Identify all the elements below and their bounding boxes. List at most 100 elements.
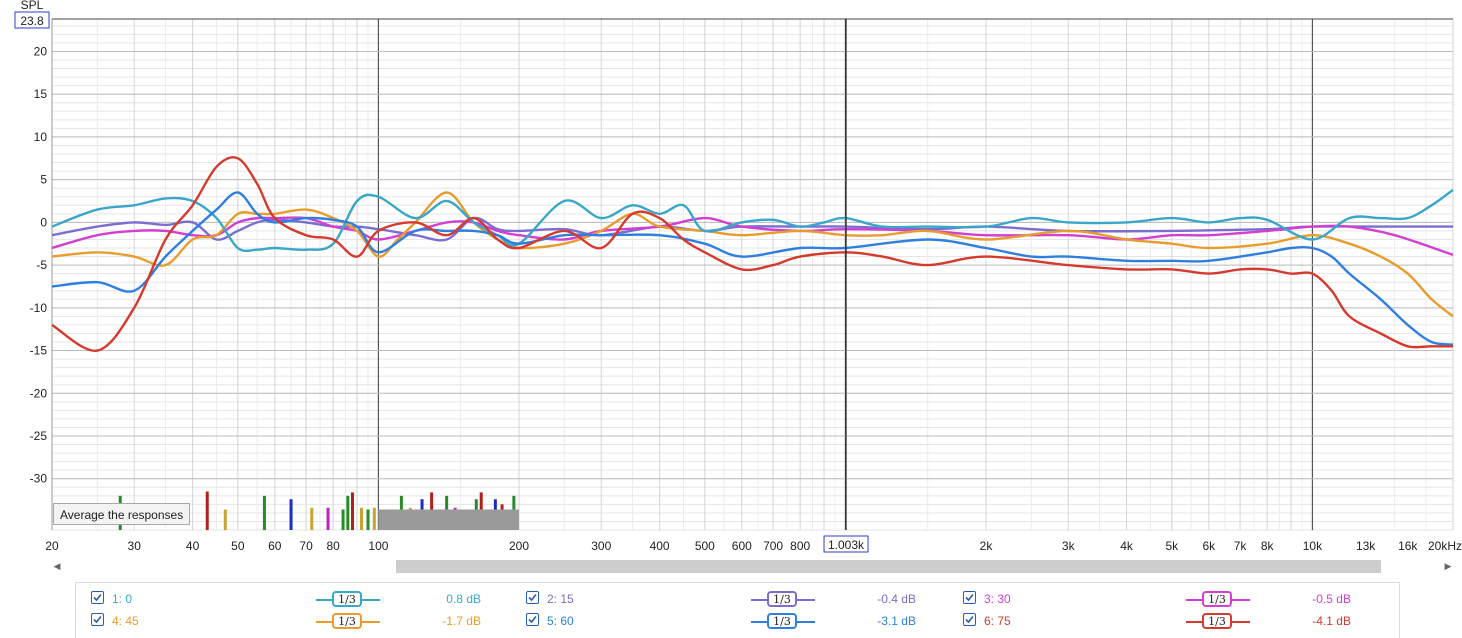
series-visibility-checkbox[interactable] bbox=[963, 591, 976, 604]
legend-item: 5: 60 1/3 -3.1 dB bbox=[526, 611, 916, 631]
x-tick-label: 10k bbox=[1303, 539, 1323, 553]
series-average-level: 0.8 dB bbox=[446, 592, 481, 606]
y-axis-label: SPL bbox=[21, 0, 44, 12]
series-average-level: -0.5 dB bbox=[1312, 592, 1351, 606]
y-tick-label: -30 bbox=[30, 472, 48, 486]
y-tick-label: 15 bbox=[34, 87, 48, 101]
x-tick-label: 30 bbox=[128, 539, 142, 553]
x-tick-label: 70 bbox=[299, 539, 313, 553]
y-readout-value: 23.8 bbox=[20, 14, 44, 28]
checkmark-icon bbox=[93, 615, 102, 624]
y-tick-label: 5 bbox=[40, 173, 47, 187]
scroll-thumb[interactable] bbox=[396, 560, 1381, 573]
peak-bar bbox=[372, 507, 376, 530]
scroll-right-arrow-icon[interactable]: ▶ bbox=[1441, 557, 1455, 575]
checkmark-icon bbox=[965, 593, 974, 602]
x-tick-label: 5k bbox=[1165, 539, 1179, 553]
peak-bar bbox=[360, 507, 364, 530]
series-visibility-checkbox[interactable] bbox=[526, 591, 539, 604]
y-tick-label: -15 bbox=[30, 344, 48, 358]
series-visibility-checkbox[interactable] bbox=[526, 613, 539, 626]
peak-bar bbox=[326, 507, 330, 530]
peak-bar bbox=[262, 495, 266, 530]
legend-panel: 1: 0 1/3 0.8 dB 2: 15 1/3 -0.4 dB 3: 30 1/3 -0.5… bbox=[75, 582, 1400, 638]
x-tick-label: 100 bbox=[368, 539, 388, 553]
peak-bar bbox=[223, 509, 227, 530]
y-tick-label: -5 bbox=[36, 258, 47, 272]
legend-item: 3: 30 1/3 -0.5 dB bbox=[963, 589, 1351, 609]
x-tick-label: 200 bbox=[509, 539, 529, 553]
y-tick-label: 10 bbox=[34, 130, 48, 144]
peak-bar bbox=[310, 507, 314, 530]
frequency-response-chart[interactable]: 20151050-5-10-15-20-25-30SPL23.820 30 40 50… bbox=[0, 0, 1462, 555]
peak-bar bbox=[289, 499, 293, 530]
smoothing-selector[interactable]: 1/3 bbox=[316, 611, 380, 631]
x-tick-label: 500 bbox=[695, 539, 715, 553]
x-tick-label: 16k bbox=[1398, 539, 1418, 553]
x-tick-label: 13k bbox=[1356, 539, 1376, 553]
y-tick-label: -25 bbox=[30, 429, 48, 443]
x-tick-label: 300 bbox=[591, 539, 611, 553]
series-average-level: -0.4 dB bbox=[877, 592, 916, 606]
smoothing-value: 1/3 bbox=[332, 591, 362, 607]
peak-bar bbox=[346, 495, 350, 530]
series-label: 4: 45 bbox=[112, 614, 139, 628]
peak-bar bbox=[366, 509, 370, 530]
cursor-readout-value: 1.003k bbox=[828, 538, 865, 552]
smoothing-selector[interactable]: 1/3 bbox=[1186, 589, 1250, 609]
smoothing-selector[interactable]: 1/3 bbox=[751, 611, 815, 631]
series-average-level: -3.1 dB bbox=[877, 614, 916, 628]
legend-item: 1: 0 1/3 0.8 dB bbox=[91, 589, 481, 609]
x-tick-label: 20kHz bbox=[1428, 539, 1462, 553]
x-tick-label: 4k bbox=[1120, 539, 1134, 553]
scroll-left-arrow-icon[interactable]: ◀ bbox=[50, 557, 64, 575]
x-tick-label: 700 bbox=[763, 539, 783, 553]
series-label: 1: 0 bbox=[112, 592, 133, 606]
x-tick-label: 600 bbox=[732, 539, 752, 553]
scroll-track[interactable] bbox=[68, 560, 1437, 573]
y-tick-label: 0 bbox=[40, 215, 47, 229]
x-tick-label: 800 bbox=[790, 539, 810, 553]
series-label: 2: 15 bbox=[547, 592, 574, 606]
checkmark-icon bbox=[528, 615, 537, 624]
series-label: 3: 30 bbox=[984, 592, 1011, 606]
horizontal-scrollbar[interactable]: ◀ ▶ bbox=[50, 557, 1455, 575]
x-tick-label: 20 bbox=[45, 539, 59, 553]
peak-bar bbox=[350, 492, 354, 530]
series-line[interactable] bbox=[51, 156, 1453, 352]
legend-item: 2: 15 1/3 -0.4 dB bbox=[526, 589, 916, 609]
series-visibility-checkbox[interactable] bbox=[91, 591, 104, 604]
x-tick-label: 8k bbox=[1261, 539, 1275, 553]
smoothing-selector[interactable]: 1/3 bbox=[316, 589, 380, 609]
x-tick-label: 60 bbox=[268, 539, 282, 553]
series-label: 5: 60 bbox=[547, 614, 574, 628]
smoothing-value: 1/3 bbox=[767, 591, 797, 607]
x-tick-label: 6k bbox=[1202, 539, 1216, 553]
checkmark-icon bbox=[528, 593, 537, 602]
series-visibility-checkbox[interactable] bbox=[963, 613, 976, 626]
smoothing-value: 1/3 bbox=[1202, 591, 1232, 607]
x-tick-label: 2k bbox=[980, 539, 994, 553]
peak-bar bbox=[205, 491, 209, 530]
x-tick-label: 80 bbox=[326, 539, 340, 553]
x-tick-label: 40 bbox=[186, 539, 200, 553]
smoothing-value: 1/3 bbox=[1202, 613, 1232, 629]
legend-item: 4: 45 1/3 -1.7 dB bbox=[91, 611, 481, 631]
peak-cluster bbox=[378, 509, 519, 530]
peak-bar bbox=[341, 509, 345, 530]
x-tick-label: 7k bbox=[1234, 539, 1248, 553]
series-label: 6: 75 bbox=[984, 614, 1011, 628]
y-tick-label: -10 bbox=[30, 301, 48, 315]
series-line[interactable] bbox=[51, 191, 1454, 318]
smoothing-selector[interactable]: 1/3 bbox=[751, 589, 815, 609]
series-average-level: -4.1 dB bbox=[1312, 614, 1351, 628]
checkmark-icon bbox=[965, 615, 974, 624]
smoothing-value: 1/3 bbox=[332, 613, 362, 629]
series-average-level: -1.7 dB bbox=[442, 614, 481, 628]
smoothing-selector[interactable]: 1/3 bbox=[1186, 611, 1250, 631]
series-visibility-checkbox[interactable] bbox=[91, 613, 104, 626]
x-tick-label: 3k bbox=[1062, 539, 1076, 553]
checkmark-icon bbox=[93, 593, 102, 602]
x-tick-label: 50 bbox=[231, 539, 245, 553]
x-tick-label: 400 bbox=[650, 539, 670, 553]
